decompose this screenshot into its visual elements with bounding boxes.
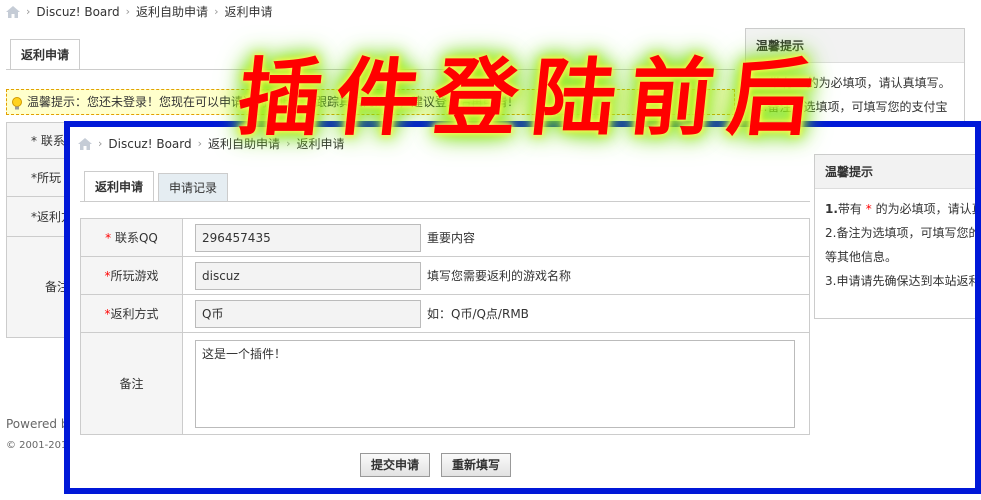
tab-bar: 返利申请 申请记录 (84, 170, 232, 202)
tab-bar: 返利申请 (10, 38, 84, 70)
chevron-right-icon: › (26, 5, 31, 18)
breadcrumb-site[interactable]: Discuz! Board (108, 137, 191, 151)
game-hint: 填写您需要返利的游戏名称 (427, 269, 572, 283)
submit-button[interactable]: 提交申请 (360, 453, 431, 477)
form-label: * 联系QQ (80, 218, 183, 257)
footer-powered: Powered b (6, 417, 69, 431)
home-icon[interactable] (6, 5, 20, 18)
tip-line: 2.备注为选填项，可填写您的支付宝 (825, 226, 981, 240)
form-label: *所玩游戏 (80, 256, 183, 295)
breadcrumb: › Discuz! Board › 返利自助申请 › 返利申请 (6, 3, 272, 20)
form-row-qq: * 联系QQ 296457435 重要内容 (80, 218, 810, 257)
chevron-right-icon: › (197, 137, 203, 150)
method-hint: 如：Q币/Q点/RMB (427, 307, 529, 321)
tab-apply[interactable]: 返利申请 (10, 39, 81, 70)
breadcrumb-section[interactable]: 返利自助申请 (136, 3, 208, 20)
tips-panel: 温馨提示 1.带有 * 的为必填项，请认真填写。 2.备注为选填项，可填写您的支… (814, 154, 981, 319)
tab-history[interactable]: 申请记录 (158, 173, 229, 201)
form-row-method: *返利方式 Q币 如：Q币/Q点/RMB (80, 294, 810, 333)
qq-hint: 重要内容 (427, 231, 476, 245)
logged-in-window: › Discuz! Board › 返利自助申请 › 返利申请 返利申请 申请记… (64, 121, 981, 494)
form-label: 备注 (80, 332, 183, 435)
tab-apply[interactable]: 返利申请 (84, 171, 155, 202)
tips-title: 温馨提示 (815, 155, 975, 189)
form-row-note: 备注 这是一个插件！ (80, 332, 810, 435)
overlay-banner: 插件登陆前后 (232, 48, 832, 147)
qq-input[interactable]: 296457435 (195, 223, 421, 252)
rebate-form: * 联系QQ 296457435 重要内容 *所玩游戏 discuz 填写您需要… (80, 218, 810, 435)
breadcrumb-page: 返利申请 (224, 5, 273, 19)
tip-line: 3.申请请先确保达到本站返利标准 (825, 274, 981, 288)
tips-body: 1.带有 * 的为必填项，请认真填写。 2.备注为选填项，可填写您的支付宝 等其… (815, 189, 981, 301)
note-textarea[interactable]: 这是一个插件！ (195, 339, 795, 428)
tip-line: 1.带有 * 的为必填项，请认真填写。 (825, 202, 981, 216)
lightbulb-icon (11, 95, 23, 110)
form-label: *返利方式 (80, 294, 183, 333)
tip-line: 等其他信息。 (825, 250, 898, 264)
method-input[interactable]: Q币 (195, 299, 421, 328)
form-row-game: *所玩游戏 discuz 填写您需要返利的游戏名称 (80, 256, 810, 295)
breadcrumb-site[interactable]: Discuz! Board (36, 5, 119, 19)
chevron-right-icon: › (125, 5, 131, 18)
reset-button[interactable]: 重新填写 (441, 453, 512, 477)
tab-divider (80, 201, 810, 202)
chevron-right-icon: › (98, 137, 103, 150)
game-input[interactable]: discuz (195, 261, 421, 290)
chevron-right-icon: › (214, 5, 219, 18)
home-icon[interactable] (78, 137, 92, 150)
